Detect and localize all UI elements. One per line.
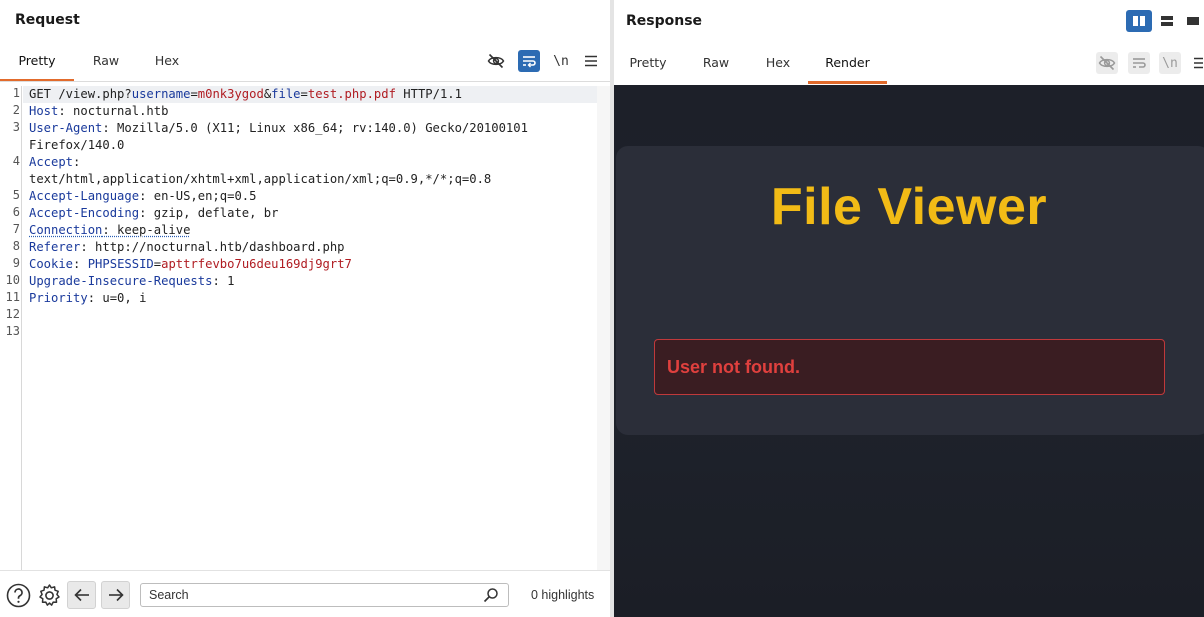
layout-stacked-icon[interactable] <box>1154 10 1180 32</box>
line-number: 4 <box>0 154 20 168</box>
word-wrap-icon[interactable] <box>518 50 540 72</box>
request-line: GET /view.php?username=m0nk3ygod&file=te… <box>29 86 462 103</box>
header-line-user-agent: User-Agent: Mozilla/5.0 (X11; Linux x86_… <box>29 120 528 137</box>
line-number-gutter: 1 2 3 4 5 6 7 8 9 10 11 12 13 <box>0 86 22 570</box>
header-line-priority: Priority: u=0, i <box>29 290 146 307</box>
response-tab-hex[interactable]: Hex <box>753 44 803 84</box>
menu-hamburger-icon[interactable] <box>1190 52 1204 74</box>
response-tab-pretty[interactable]: Pretty <box>614 44 682 84</box>
response-tab-raw[interactable]: Raw <box>690 44 742 84</box>
request-tab-hex[interactable]: Hex <box>142 42 192 82</box>
response-pane: Response Pretty Raw Hex Render \n File V… <box>614 0 1204 617</box>
layout-tabs-icon[interactable] <box>1180 10 1204 32</box>
header-line-accept-language: Accept-Language: en-US,en;q=0.5 <box>29 188 256 205</box>
line-number: 9 <box>0 256 20 270</box>
back-arrow-button[interactable] <box>67 581 96 609</box>
line-number: 5 <box>0 188 20 202</box>
show-newlines-toggle: \n <box>1159 52 1181 74</box>
request-pane: Request Pretty Raw Hex \n 1 2 3 4 5 6 7 … <box>0 0 610 617</box>
hide-nonprintable-eye-off-icon[interactable] <box>485 50 507 72</box>
header-line-upgrade-insecure: Upgrade-Insecure-Requests: 1 <box>29 273 234 290</box>
header-line-accept-encoding: Accept-Encoding: gzip, deflate, br <box>29 205 278 222</box>
newline-label: \n <box>1162 56 1178 71</box>
line-number: 7 <box>0 222 20 236</box>
search-input[interactable] <box>149 587 469 603</box>
help-question-icon[interactable] <box>5 582 31 608</box>
newline-label: \n <box>553 54 569 69</box>
request-tab-divider <box>0 81 610 82</box>
word-wrap-icon <box>1128 52 1150 74</box>
header-line-accept-wrap: text/html,application/xhtml+xml,applicat… <box>29 171 491 188</box>
header-line-host: Host: nocturnal.htb <box>29 103 168 120</box>
error-alert: User not found. <box>654 339 1165 395</box>
header-line-accept: Accept: <box>29 154 80 171</box>
forward-arrow-button[interactable] <box>101 581 130 609</box>
menu-hamburger-icon[interactable] <box>580 50 602 72</box>
line-number: 11 <box>0 290 20 304</box>
line-number: 12 <box>0 307 20 321</box>
hide-nonprintable-eye-off-icon <box>1096 52 1118 74</box>
line-number: 2 <box>0 103 20 117</box>
highlights-count: 0 highlights <box>531 588 594 602</box>
header-line-referer: Referer: http://nocturnal.htb/dashboard.… <box>29 239 345 256</box>
response-title: Response <box>626 13 702 29</box>
file-viewer-heading: File Viewer <box>614 177 1204 237</box>
request-tab-raw[interactable]: Raw <box>80 42 132 82</box>
line-number: 3 <box>0 120 20 134</box>
header-line-cookie: Cookie: PHPSESSID=apttrfevbo7u6deu169dj9… <box>29 256 352 273</box>
line-number: 1 <box>0 86 20 100</box>
settings-gear-icon[interactable] <box>36 582 62 608</box>
header-line-user-agent-wrap: Firefox/140.0 <box>29 137 124 154</box>
request-editor[interactable]: 1 2 3 4 5 6 7 8 9 10 11 12 13 GET /view.… <box>0 86 610 570</box>
layout-toggle-group <box>1126 10 1204 34</box>
layout-side-by-side-icon[interactable] <box>1126 10 1152 32</box>
search-box <box>140 583 509 607</box>
request-tab-pretty[interactable]: Pretty <box>0 42 74 82</box>
editor-vertical-scrollbar[interactable] <box>597 86 610 570</box>
show-newlines-toggle[interactable]: \n <box>550 50 572 72</box>
header-line-connection: Connection: keep-alive <box>29 222 190 239</box>
request-title: Request <box>15 12 80 28</box>
request-bottom-bar: 0 highlights <box>0 570 610 617</box>
line-number: 10 <box>0 273 20 287</box>
line-number: 8 <box>0 239 20 253</box>
line-number: 13 <box>0 324 20 338</box>
response-tab-render[interactable]: Render <box>808 44 887 84</box>
line-number: 6 <box>0 205 20 219</box>
error-message: User not found. <box>667 357 800 378</box>
search-icon[interactable] <box>483 587 499 607</box>
render-view: File Viewer User not found. <box>614 85 1204 617</box>
